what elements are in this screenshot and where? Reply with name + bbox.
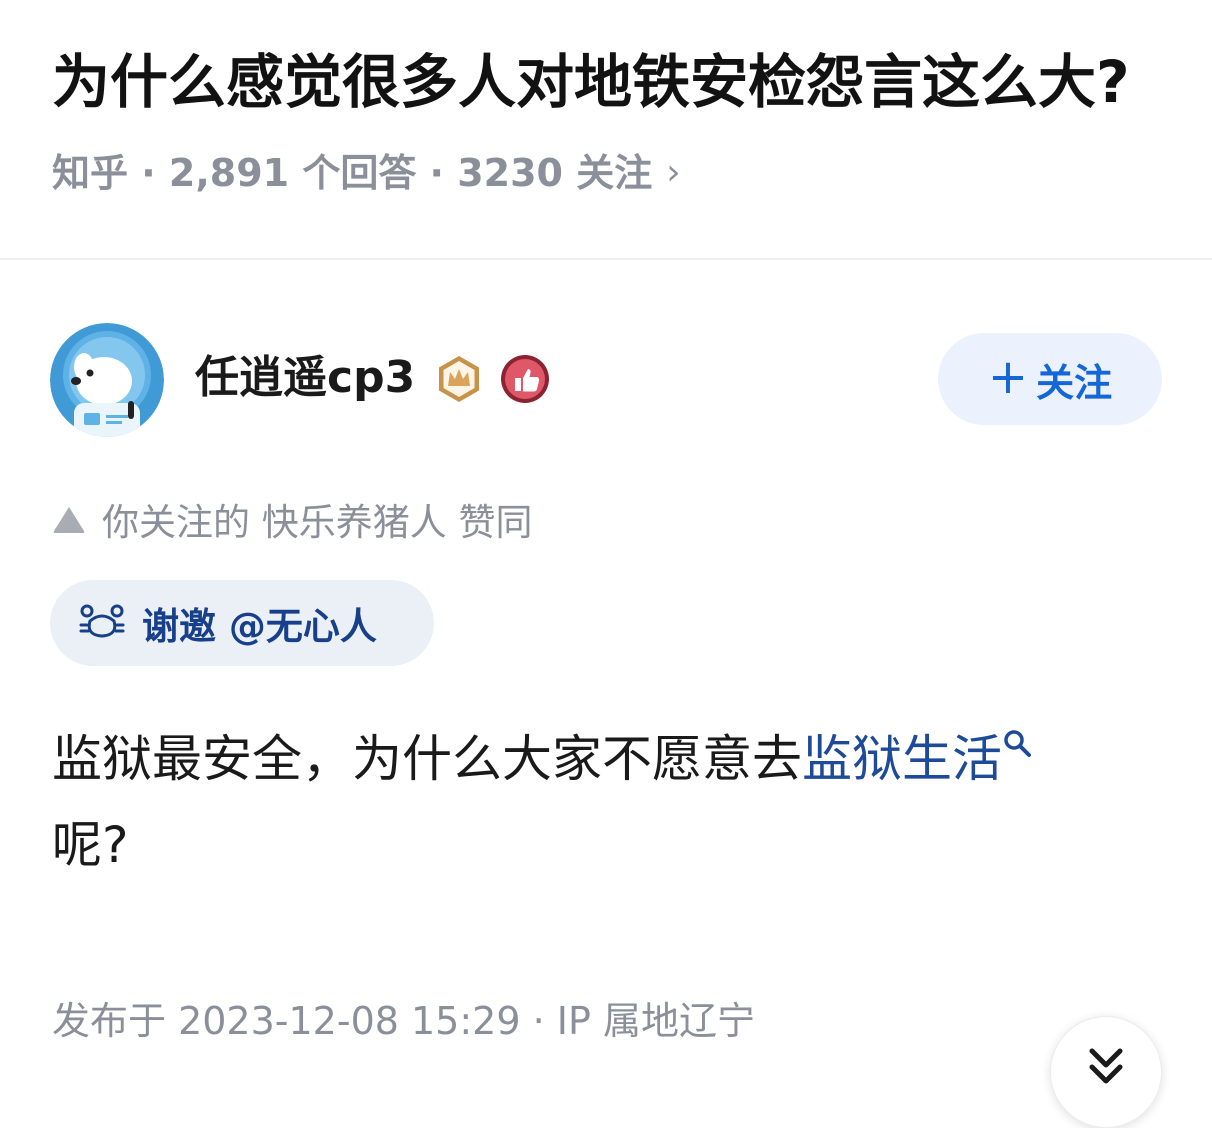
follow-button-label: 关注 xyxy=(1036,360,1113,405)
question-meta-text: 知乎 · 2,891 个回答 · 3230 关注 xyxy=(52,151,653,195)
upvote-notice: 你关注的 快乐养猪人 赞同 xyxy=(52,494,533,544)
invite-chip[interactable]: 谢邀 @无心人 xyxy=(50,580,434,666)
divider xyxy=(0,258,1212,260)
crown-badge-icon[interactable] xyxy=(434,354,484,404)
expand-button[interactable] xyxy=(1050,1016,1162,1128)
question-title[interactable]: 为什么感觉很多人对地铁安检怨言这么大? xyxy=(52,44,1172,120)
invite-label: 谢邀 @无心人 xyxy=(142,605,377,648)
answer-body: 监狱最安全，为什么大家不愿意去监狱生活呢? xyxy=(52,716,1162,888)
upvote-triangle-icon xyxy=(53,507,85,533)
chevron-right-icon: › xyxy=(666,152,681,193)
plus-icon: + xyxy=(987,349,1029,405)
avatar[interactable] xyxy=(50,323,164,437)
publish-info: 发布于 2023-12-08 15:29 · IP 属地辽宁 xyxy=(52,999,755,1043)
follow-button[interactable]: + 关注 xyxy=(938,333,1162,425)
upvote-notice-text: 你关注的 快乐养猪人 赞同 xyxy=(102,501,533,544)
question-meta-link[interactable]: 知乎 · 2,891 个回答 · 3230 关注 › xyxy=(52,146,681,200)
double-chevron-down-icon xyxy=(1089,1048,1123,1084)
thumbs-up-badge-icon[interactable] xyxy=(500,354,550,404)
dog-astronaut-avatar-icon xyxy=(50,323,164,437)
answer-search-link[interactable]: 监狱生活 xyxy=(802,730,1002,788)
answer-text: 监狱最安全，为什么大家不愿意去 xyxy=(52,730,802,788)
author-name[interactable]: 任逍遥cp3 xyxy=(195,350,415,406)
search-icon[interactable] xyxy=(1002,728,1032,758)
crab-icon xyxy=(79,604,125,638)
answer-text-end: 呢? xyxy=(52,816,129,874)
